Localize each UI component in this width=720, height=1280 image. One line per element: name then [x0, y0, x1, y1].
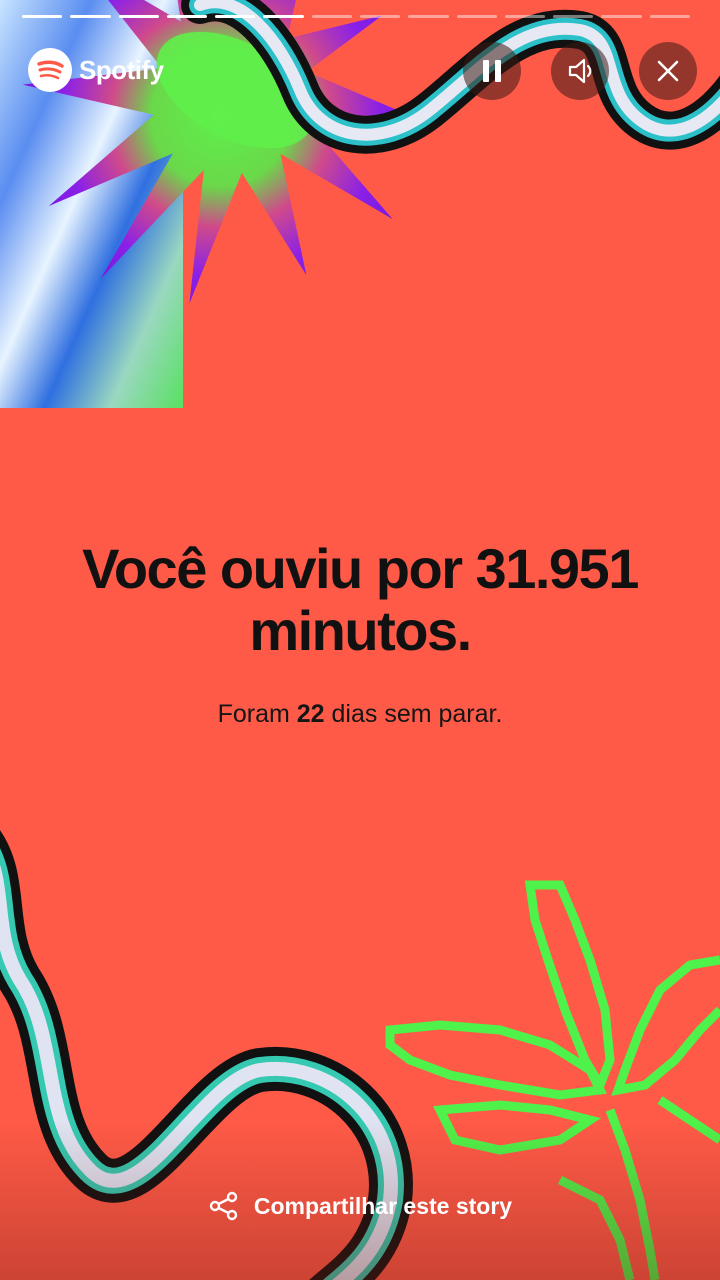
- pause-button[interactable]: [463, 42, 521, 100]
- pause-icon: [483, 60, 501, 82]
- story-stage: Spotify Você ouviu por 31.951 minutos. F…: [0, 0, 720, 1280]
- spotify-icon: [28, 48, 72, 92]
- story-headline: Você ouviu por 31.951 minutos.: [82, 537, 639, 662]
- progress-segment: [359, 15, 401, 18]
- progress-segment: [215, 15, 256, 18]
- story-progress: [22, 15, 690, 19]
- progress-segment: [504, 15, 546, 18]
- share-icon: [209, 1191, 238, 1221]
- close-button[interactable]: [639, 42, 697, 100]
- progress-segment: [408, 15, 449, 18]
- progress-segment: [601, 15, 642, 18]
- share-label: Compartilhar este story: [253, 1192, 513, 1219]
- progress-segment: [22, 15, 63, 18]
- story-subtitle: Foram 22 dias sem parar.: [40, 700, 680, 729]
- close-icon: [657, 60, 679, 82]
- progress-segment: [263, 15, 304, 18]
- subtitle-prefix: Foram: [217, 700, 297, 728]
- subtitle-days: 22: [296, 700, 325, 728]
- brand-name: Spotify: [79, 54, 164, 85]
- subtitle-suffix: dias sem parar.: [324, 700, 503, 728]
- volume-button[interactable]: [551, 42, 609, 100]
- progress-segment: [456, 15, 497, 18]
- volume-icon: [568, 58, 592, 84]
- spotify-logo: Spotify: [28, 48, 164, 92]
- progress-segment: [311, 15, 352, 18]
- progress-segment: [553, 15, 594, 18]
- progress-segment: [70, 15, 111, 18]
- progress-segment: [118, 15, 159, 18]
- progress-segment: [166, 15, 208, 18]
- progress-segment: [649, 15, 690, 18]
- share-story-button[interactable]: Compartilhar este story: [0, 1190, 720, 1222]
